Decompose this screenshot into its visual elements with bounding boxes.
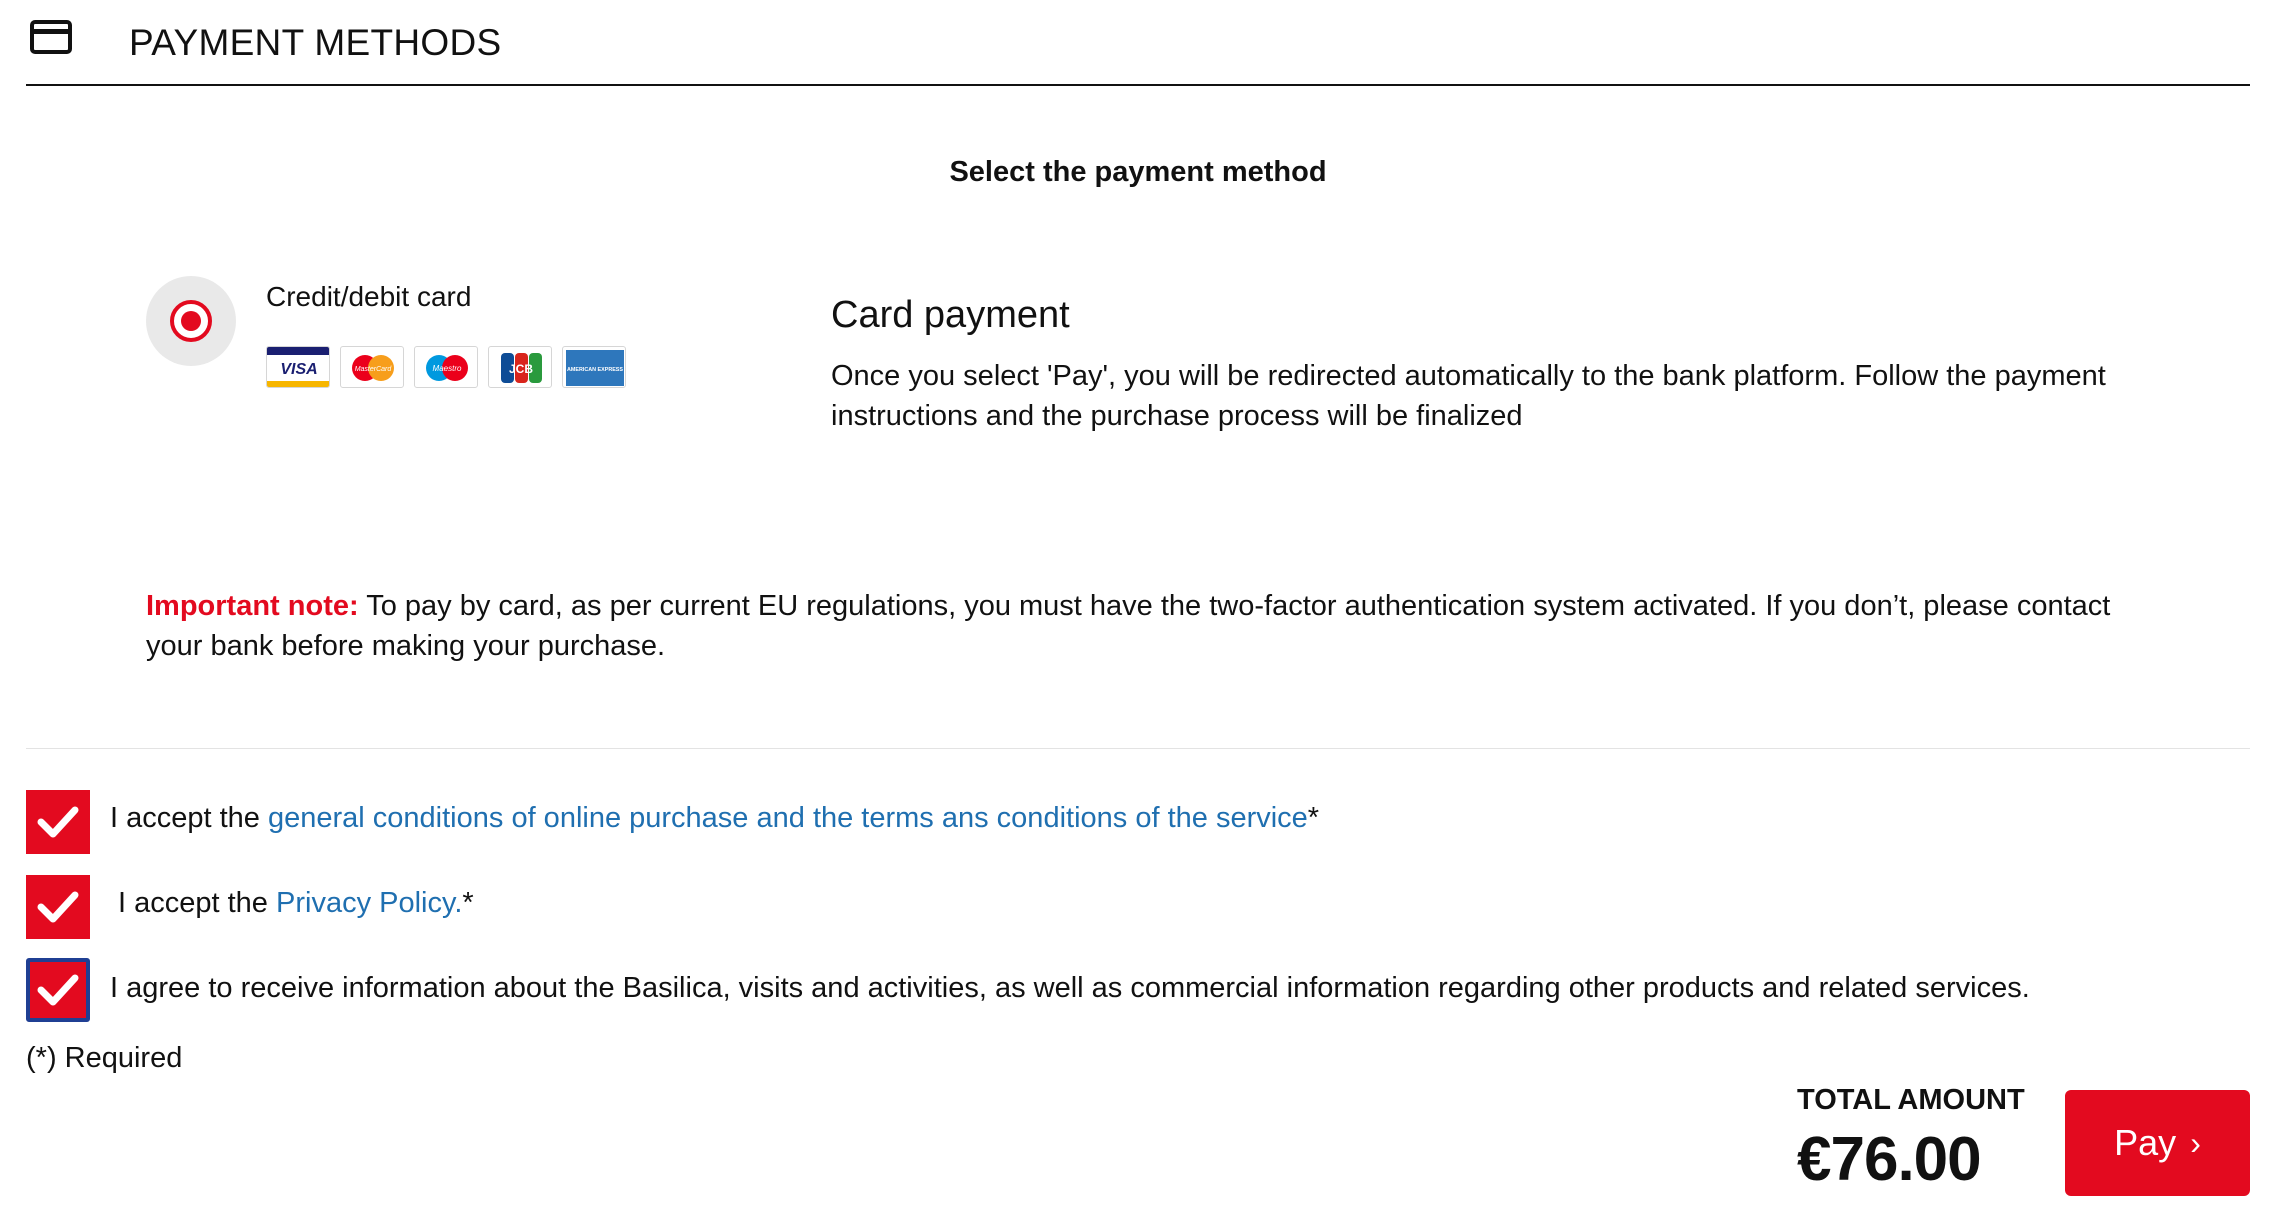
page-title: PAYMENT METHODS (129, 22, 502, 63)
terms-required-mark: * (1307, 802, 1320, 834)
privacy-required-mark: * (462, 887, 474, 919)
total-amount-label: TOTAL AMOUNT (1797, 1084, 2025, 1116)
marketing-checkbox[interactable] (26, 958, 90, 1022)
total-amount-value: €76.00 (1797, 1125, 1982, 1194)
visa-logo: VISA (266, 346, 330, 388)
header-divider (26, 84, 2250, 86)
terms-checkbox[interactable] (26, 790, 90, 854)
payment-method-label[interactable]: Credit/debit card (266, 281, 471, 313)
privacy-consent-text: I accept the Privacy Policy.* (118, 887, 474, 920)
card-logos: VISA MasterCard Maestro JCB AMERICAN EXP… (266, 346, 626, 388)
check-icon (37, 974, 79, 1006)
section-divider (26, 748, 2250, 749)
terms-prefix: I accept the (110, 802, 268, 834)
check-icon (37, 891, 79, 923)
chevron-right-icon: › (2190, 1124, 2201, 1161)
privacy-policy-link[interactable]: Privacy Policy. (276, 887, 462, 919)
required-note: (*) Required (26, 1042, 183, 1074)
card-payment-title: Card payment (831, 294, 1070, 336)
radio-selected-dot (181, 311, 201, 331)
mastercard-logo: MasterCard (340, 346, 404, 388)
terms-link[interactable]: general conditions of online purchase an… (268, 802, 1308, 834)
check-icon (37, 806, 79, 838)
section-subtitle: Select the payment method (949, 156, 1327, 188)
jcb-logo: JCB (488, 346, 552, 388)
pay-button[interactable]: Pay › (2065, 1090, 2250, 1196)
mastercard-text: MasterCard (355, 366, 393, 373)
pay-button-label: Pay (2114, 1122, 2177, 1163)
privacy-prefix: I accept the (118, 887, 276, 919)
amex-logo: AMERICAN EXPRESS (562, 346, 626, 388)
maestro-logo: Maestro (414, 346, 478, 388)
important-note-label: Important note: (146, 590, 359, 622)
important-note-text: To pay by card, as per current EU regula… (146, 590, 2111, 662)
visa-text: VISA (280, 361, 317, 378)
maestro-text: Maestro (433, 364, 462, 373)
card-payment-description: Once you select 'Pay', you will be redir… (831, 360, 2106, 432)
credit-card-icon (30, 20, 72, 54)
jcb-text: JCB (509, 362, 533, 376)
terms-consent-text: I accept the general conditions of onlin… (110, 802, 1319, 835)
privacy-checkbox[interactable] (26, 875, 90, 939)
important-note: Important note: To pay by card, as per c… (146, 586, 2146, 666)
amex-text: AMERICAN EXPRESS (567, 367, 623, 373)
marketing-consent-text: I agree to receive information about the… (110, 972, 2030, 1004)
